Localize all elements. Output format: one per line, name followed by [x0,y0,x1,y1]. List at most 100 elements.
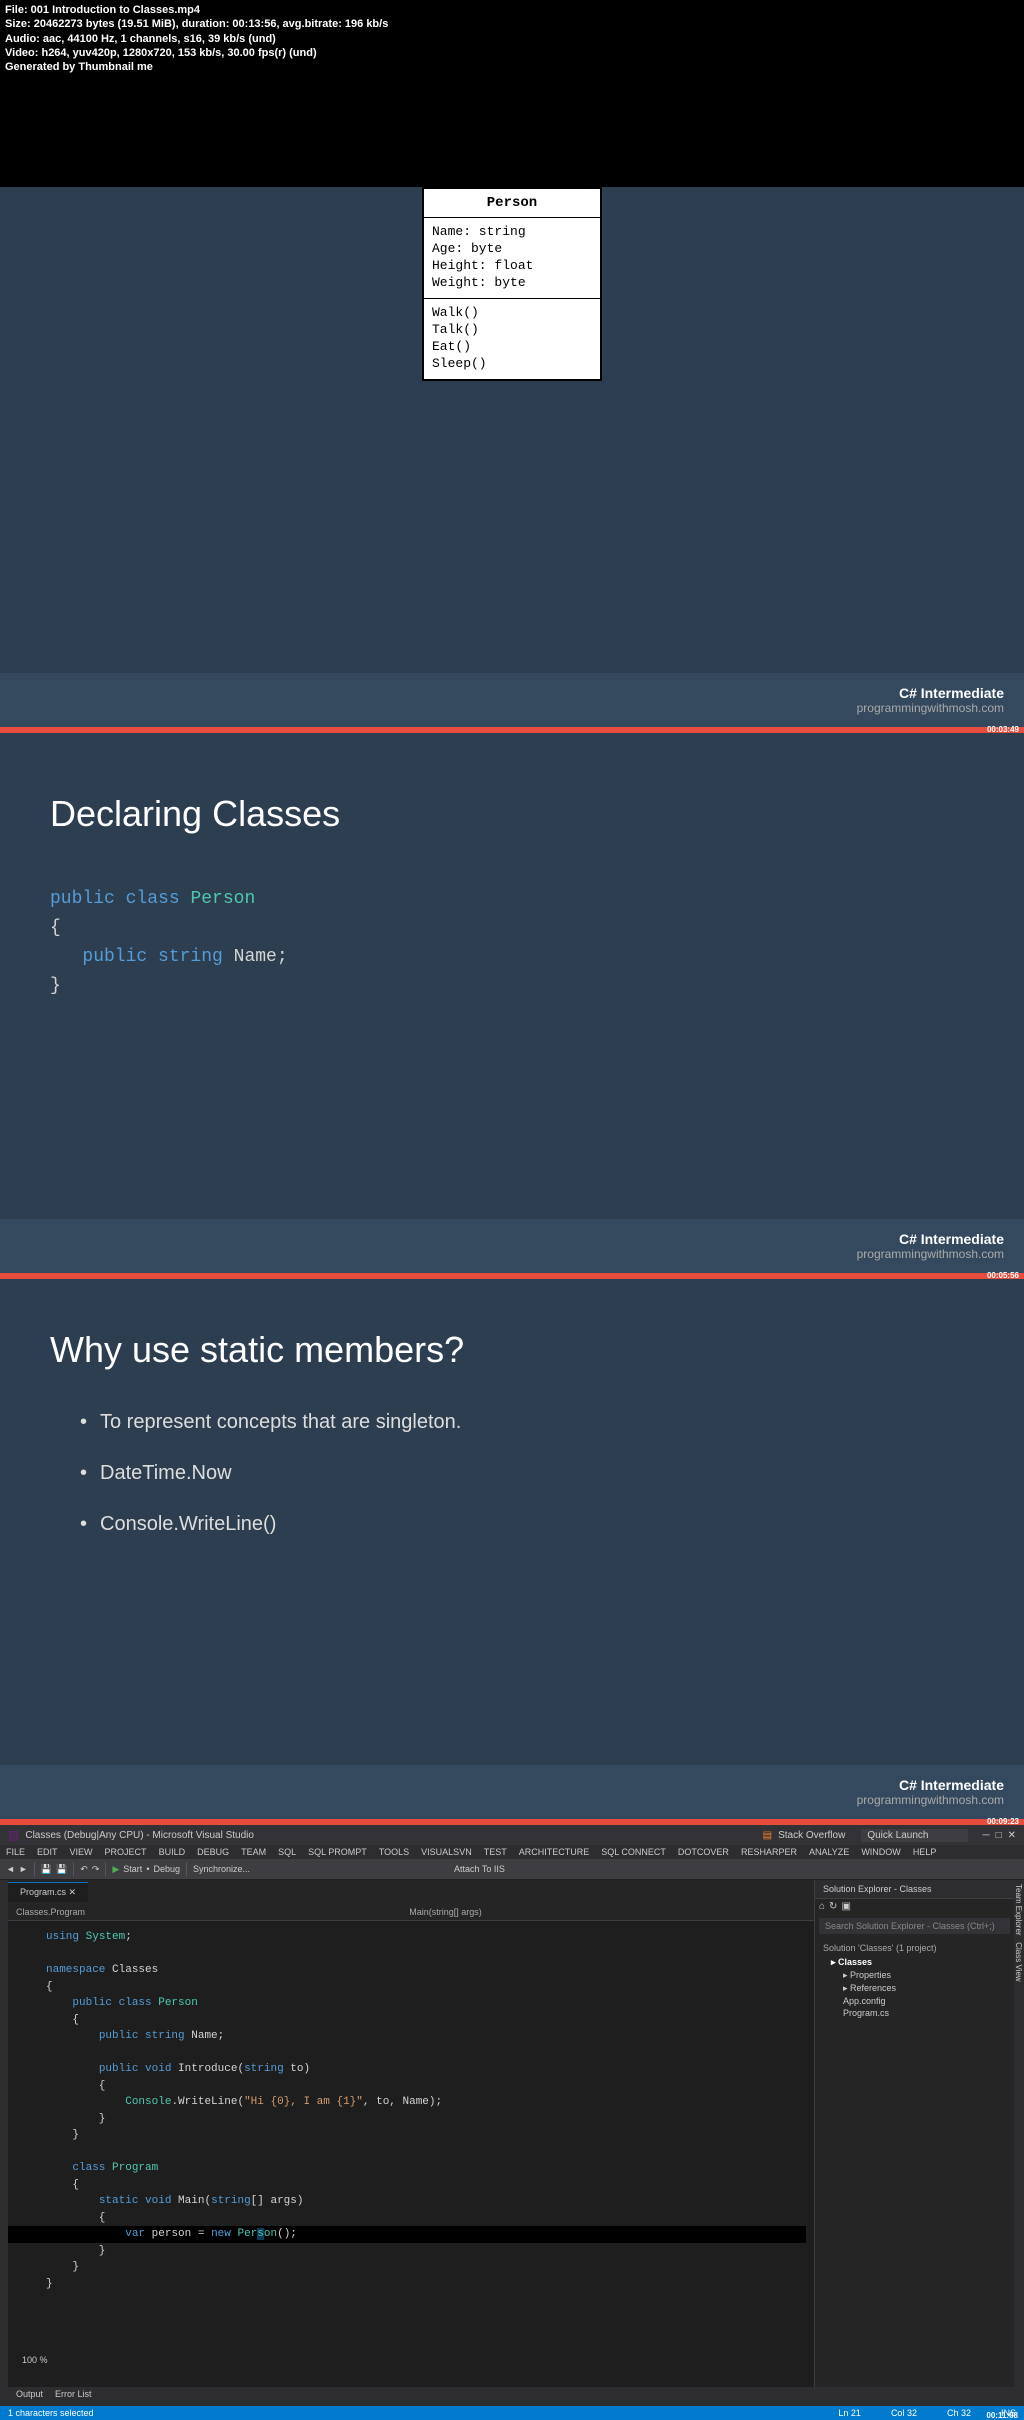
collapse-icon[interactable]: ▣ [841,1901,850,1912]
uml-methods: Walk() Talk() Eat() Sleep() [424,299,600,379]
menu-item[interactable]: TEAM [241,1847,266,1857]
tree-item[interactable]: Program.cs [819,2007,1010,2019]
uml-method: Sleep() [432,356,592,373]
status-line: Ln 21 [838,2408,861,2418]
save-all-icon[interactable]: 💾 [56,1864,67,1875]
status-bar: 1 characters selected Ln 21 Col 32 Ch 32… [0,2406,1024,2420]
status-col: Col 32 [891,2408,917,2418]
slide-declaring: Declaring Classes public class Person { … [0,733,1024,1273]
vs-title-text: Classes (Debug|Any CPU) - Microsoft Visu… [25,1830,254,1841]
menu-item[interactable]: VISUALSVN [421,1847,472,1857]
forward-icon[interactable]: ► [19,1864,28,1874]
menu-item[interactable]: SQL CONNECT [601,1847,666,1857]
menu-item[interactable]: FILE [6,1847,25,1857]
classname: Person [190,889,255,909]
menu-item[interactable]: PROJECT [105,1847,147,1857]
meta-audio: Audio: aac, 44100 Hz, 1 channels, s16, 3… [5,32,1019,46]
nav-class-dropdown[interactable]: Classes.Program [16,1907,85,1917]
menu-item[interactable]: TOOLS [379,1847,409,1857]
save-icon[interactable]: 💾 [41,1864,52,1875]
kw: public [82,947,147,967]
vs-left-rail[interactable] [0,1880,8,2387]
menu-item[interactable]: TEST [484,1847,507,1857]
menu-item[interactable]: HELP [913,1847,937,1857]
uml-attr: Weight: byte [432,275,592,292]
refresh-icon[interactable]: ↻ [829,1901,837,1912]
code-editor[interactable]: using System; namespace Classes { public… [8,1921,814,2300]
solution-tree: Solution 'Classes' (1 project) ▸ Classes… [815,1938,1014,2023]
vs-nav-bar: Classes.Program Main(string[] args) [8,1904,814,1921]
footer-url: programmingwithmosh.com [20,1247,1004,1261]
team-explorer-tab[interactable]: Team Explorer Class View [1014,1880,1024,2387]
footer-title: C# Intermediate [20,685,1004,701]
menu-item[interactable]: SQL [278,1847,296,1857]
stack-overflow-label[interactable]: Stack Overflow [778,1830,845,1841]
menu-item[interactable]: VIEW [70,1847,93,1857]
nav-method-dropdown[interactable]: Main(string[] args) [409,1907,482,1917]
close-icon[interactable]: ✕ [1008,1830,1016,1841]
tree-item[interactable]: App.config [819,1995,1010,2007]
tree-item[interactable]: ▸ Properties [819,1969,1010,1982]
status-ch: Ch 32 [947,2408,971,2418]
editor-tab[interactable]: Program.cs ✕ [8,1882,88,1902]
tree-root[interactable]: Solution 'Classes' (1 project) [819,1942,1010,1954]
uml-title: Person [424,189,600,218]
menu-item[interactable]: SQL PROMPT [308,1847,367,1857]
identifier: Name; [234,947,288,967]
attach-button[interactable]: Attach To IIS [454,1864,505,1874]
menu-item[interactable]: DOTCOVER [678,1847,729,1857]
zoom-level[interactable]: 100 % [22,2355,48,2365]
stack-overflow-icon[interactable]: ▤ [763,1830,772,1841]
home-icon[interactable]: ⌂ [819,1901,825,1912]
explorer-toolbar: ⌂ ↻ ▣ [815,1899,1014,1914]
uml-attr: Age: byte [432,241,592,258]
config-dropdown[interactable]: Debug [153,1864,180,1874]
kw: public [50,889,115,909]
meta-file: File: 001 Introduction to Classes.mp4 [5,3,1019,17]
menu-item[interactable]: ANALYZE [809,1847,849,1857]
meta-video: Video: h264, yuv420p, 1280x720, 153 kb/s… [5,46,1019,60]
menu-item[interactable]: RESHARPER [741,1847,797,1857]
uml-method: Walk() [432,305,592,322]
slide-title: Declaring Classes [50,793,974,835]
bullet: To represent concepts that are singleton… [80,1411,974,1434]
quick-launch-input[interactable]: Quick Launch [861,1829,968,1842]
vs-tab-bar: Program.cs ✕ [8,1880,814,1904]
uml-method: Talk() [432,322,592,339]
menu-item[interactable]: ARCHITECTURE [519,1847,590,1857]
footer-title: C# Intermediate [20,1231,1004,1247]
solution-explorer: Solution Explorer - Classes ⌂ ↻ ▣ Search… [814,1880,1014,2387]
vs-menu-bar: FILE EDIT VIEW PROJECT BUILD DEBUG TEAM … [0,1845,1024,1859]
maximize-icon[interactable]: □ [996,1830,1002,1841]
bottom-tabs: Output Error List [8,2386,100,2402]
output-tab[interactable]: Output [16,2389,43,2399]
redo-icon[interactable]: ↷ [92,1864,100,1875]
error-list-tab[interactable]: Error List [55,2389,92,2399]
footer-title: C# Intermediate [20,1777,1004,1793]
vs-titlebar: ▧ Classes (Debug|Any CPU) - Microsoft Vi… [0,1825,1024,1845]
menu-item[interactable]: EDIT [37,1847,58,1857]
start-icon[interactable]: ▶ [112,1864,119,1875]
slide-uml: Person Name: string Age: byte Height: fl… [0,187,1024,727]
menu-item[interactable]: DEBUG [197,1847,229,1857]
menu-item[interactable]: WINDOW [861,1847,901,1857]
slide-footer: C# Intermediate programmingwithmosh.com [0,1219,1024,1273]
thumbnail-meta-header: File: 001 Introduction to Classes.mp4 Si… [0,0,1024,77]
footer-url: programmingwithmosh.com [20,701,1004,715]
start-button[interactable]: Start [123,1864,142,1874]
minimize-icon[interactable]: ─ [982,1830,989,1841]
undo-icon[interactable]: ↶ [80,1864,88,1875]
menu-item[interactable]: BUILD [159,1847,186,1857]
uml-attr: Height: float [432,258,592,275]
explorer-search-input[interactable]: Search Solution Explorer - Classes (Ctrl… [819,1918,1010,1934]
sync-button[interactable]: Synchronize... [193,1864,250,1874]
tree-project[interactable]: ▸ Classes [819,1956,1010,1969]
footer-url: programmingwithmosh.com [20,1793,1004,1807]
explorer-header: Solution Explorer - Classes [815,1880,1014,1899]
uml-method: Eat() [432,339,592,356]
tree-item[interactable]: ▸ References [819,1982,1010,1995]
vs-toolbar: ◄ ► 💾 💾 ↶ ↷ ▶ Start • Debug Synchronize.… [0,1859,1024,1880]
back-icon[interactable]: ◄ [6,1864,15,1874]
status-selection: 1 characters selected [8,2408,94,2418]
vs-main: Program.cs ✕ Classes.Program Main(string… [0,1880,1024,2387]
